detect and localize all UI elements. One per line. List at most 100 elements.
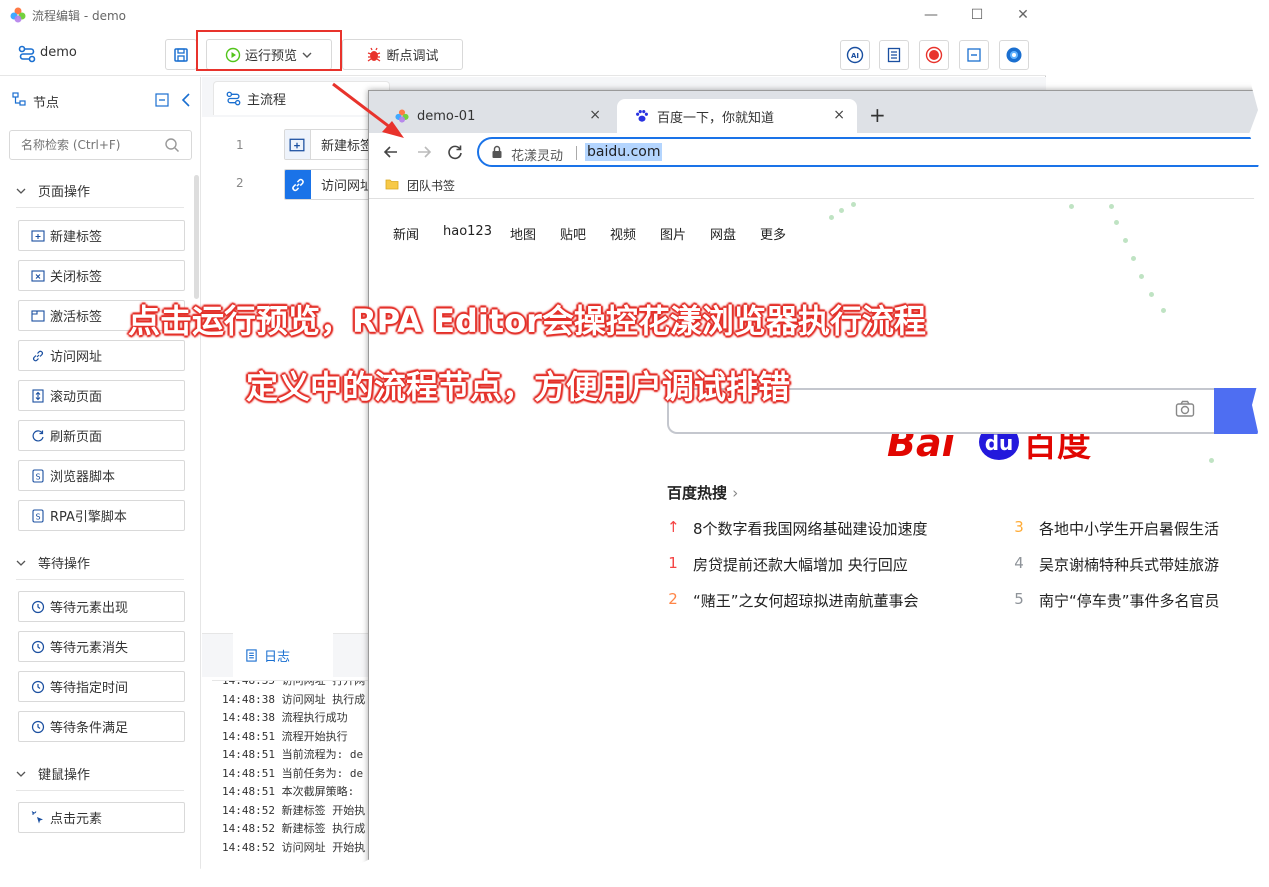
hot-text: 房贷提前还款大幅增加 央行回应 <box>693 556 908 574</box>
project-name: demo <box>40 45 77 60</box>
flow-icon <box>226 91 241 106</box>
log-line: 14:48:51 本次截屏策略: <box>222 785 355 798</box>
ai-button[interactable]: AI <box>840 40 870 70</box>
new-tab-icon <box>31 229 45 243</box>
node-wait-condition[interactable]: 等待条件满足 <box>18 711 185 742</box>
tab-log[interactable]: 日志 <box>233 633 333 677</box>
document-button[interactable] <box>879 40 909 70</box>
baidu-nav-news[interactable]: 新闻 <box>393 224 419 243</box>
baidu-nav-tieba[interactable]: 贴吧 <box>560 224 586 243</box>
maximize-icon[interactable]: ☐ <box>962 4 992 26</box>
node-wait-element-disappear[interactable]: 等待元素消失 <box>18 631 185 662</box>
svg-text:S: S <box>35 512 40 521</box>
baidu-nav-pan[interactable]: 网盘 <box>710 224 736 243</box>
log-line: 14:48:51 当前流程为: de <box>222 748 364 761</box>
browser-toolbar: 花漾灵动 baidu.com <box>369 133 1268 171</box>
section-wait-operations[interactable]: 等待操作 <box>16 553 90 572</box>
sidebar-header: 节点 <box>0 77 201 121</box>
decorative-dot <box>1161 308 1166 313</box>
hot-text: “赌王”之女何超琼拟进南航董事会 <box>693 592 919 610</box>
minimize-icon[interactable]: — <box>916 4 946 26</box>
log-line: 14:48:51 当前任务为: de <box>222 766 364 780</box>
ai-icon: AI <box>846 46 864 64</box>
node-new-tab[interactable]: 新建标签 <box>18 220 185 251</box>
baidu-nav-more[interactable]: 更多 <box>760 224 786 243</box>
address-bar[interactable]: 花漾灵动 baidu.com <box>477 137 1268 167</box>
log-line: 14:48:38 流程执行成功 <box>222 711 348 724</box>
browser-button[interactable] <box>999 40 1029 70</box>
decorative-dot <box>1109 204 1114 209</box>
node-visit-url[interactable]: 访问网址 <box>18 340 185 371</box>
script-icon: S <box>31 508 45 523</box>
reload-button[interactable] <box>444 141 466 163</box>
record-button[interactable] <box>919 40 949 70</box>
hot-rank: 4 <box>1014 554 1024 572</box>
baidu-nav-map[interactable]: 地图 <box>510 224 536 243</box>
browser-tab-baidu[interactable]: 百度一下，你就知道 × <box>617 99 857 133</box>
node-wait-time[interactable]: 等待指定时间 <box>18 671 185 702</box>
node-label: 访问网址 <box>50 350 103 365</box>
node-label: 浏览器脚本 <box>50 470 116 485</box>
baidu-nav-hao123[interactable]: hao123 <box>443 224 492 239</box>
close-window-icon[interactable]: ✕ <box>1008 4 1038 26</box>
save-button[interactable] <box>165 39 197 70</box>
hot-item[interactable]: 5 南宁“停车贵”事件多名官员 <box>1013 590 1219 611</box>
collapse-button[interactable] <box>959 40 989 70</box>
hot-item[interactable]: 1 房贷提前还款大幅增加 央行回应 <box>667 554 908 575</box>
camera-icon[interactable] <box>1175 400 1195 418</box>
node-refresh-page[interactable]: 刷新页面 <box>18 420 185 451</box>
run-preview-highlight <box>196 30 342 71</box>
step-label: 新建标签 <box>320 139 373 154</box>
bookmarks-bar: 团队书签 <box>369 171 1268 199</box>
divider <box>576 146 577 160</box>
collapse-all-icon[interactable] <box>155 93 169 107</box>
chevron-down-icon <box>16 188 26 194</box>
section-keyboard-mouse[interactable]: 键鼠操作 <box>16 764 90 783</box>
hot-item[interactable]: ↑ 8个数字看我国网络基础建设加速度 <box>667 518 928 539</box>
clock-icon <box>31 680 45 694</box>
line-gutter <box>202 117 250 633</box>
bookmark-team[interactable]: 团队书签 <box>407 177 455 194</box>
hot-rank: ↑ <box>667 518 680 536</box>
section-page-operations[interactable]: 页面操作 <box>16 181 90 200</box>
close-tab-icon[interactable]: × <box>589 107 601 123</box>
sidebar-scrollbar[interactable] <box>194 175 199 299</box>
node-click-element[interactable]: 点击元素 <box>18 802 185 833</box>
node-sidebar: 节点 页面操作 新建标签 关闭标签 <box>0 77 201 887</box>
browser-window: demo-01 × 百度一下，你就知道 × + 花漾灵动 baidu.com 团… <box>368 90 1269 887</box>
forward-button[interactable] <box>413 141 435 163</box>
node-scroll-page[interactable]: 滚动页面 <box>18 380 185 411</box>
node-wait-element-appear[interactable]: 等待元素出现 <box>18 591 185 622</box>
node-label: 等待条件满足 <box>50 721 129 736</box>
hot-item[interactable]: 2 “赌王”之女何超琼拟进南航董事会 <box>667 590 919 611</box>
baidu-nav-video[interactable]: 视频 <box>610 224 636 243</box>
node-browser-script[interactable]: S 浏览器脚本 <box>18 460 185 491</box>
hot-item[interactable]: 3 各地中小学生开启暑假生活 <box>1013 518 1219 539</box>
close-tab-icon[interactable]: × <box>833 107 845 123</box>
section-label: 键鼠操作 <box>38 768 91 783</box>
node-label: 刷新页面 <box>50 430 103 445</box>
flow-step-new-tab[interactable]: 新建标签 <box>284 129 374 160</box>
svg-text:S: S <box>35 472 40 481</box>
node-label: 关闭标签 <box>50 270 103 285</box>
node-label: 滚动页面 <box>50 390 103 405</box>
svg-text:du: du <box>985 431 1014 455</box>
flow-step-visit-url[interactable]: 访问网址 <box>284 169 374 200</box>
breakpoint-debug-button[interactable]: 断点调试 <box>342 39 463 70</box>
back-button[interactable] <box>380 141 402 163</box>
node-rpa-script[interactable]: S RPA引擎脚本 <box>18 500 185 531</box>
browser-tab-demo[interactable]: demo-01 × <box>377 99 613 133</box>
url-text[interactable]: baidu.com <box>585 143 663 161</box>
hot-text: 吴京谢楠特种兵式带娃旅游 <box>1039 556 1220 574</box>
baidu-nav-images[interactable]: 图片 <box>660 224 686 243</box>
clock-icon <box>31 600 45 614</box>
hot-item[interactable]: 4 吴京谢楠特种兵式带娃旅游 <box>1013 554 1219 575</box>
hot-search-title[interactable]: 百度热搜 › <box>667 482 738 503</box>
new-tab-button[interactable]: + <box>869 103 886 127</box>
section-label: 页面操作 <box>38 185 91 200</box>
browser-icon <box>1006 47 1022 63</box>
node-close-tab[interactable]: 关闭标签 <box>18 260 185 291</box>
chevron-left-icon[interactable] <box>180 93 192 107</box>
tab-main-flow[interactable]: 主流程 <box>213 81 390 115</box>
breakpoint-debug-label: 断点调试 <box>386 49 439 64</box>
